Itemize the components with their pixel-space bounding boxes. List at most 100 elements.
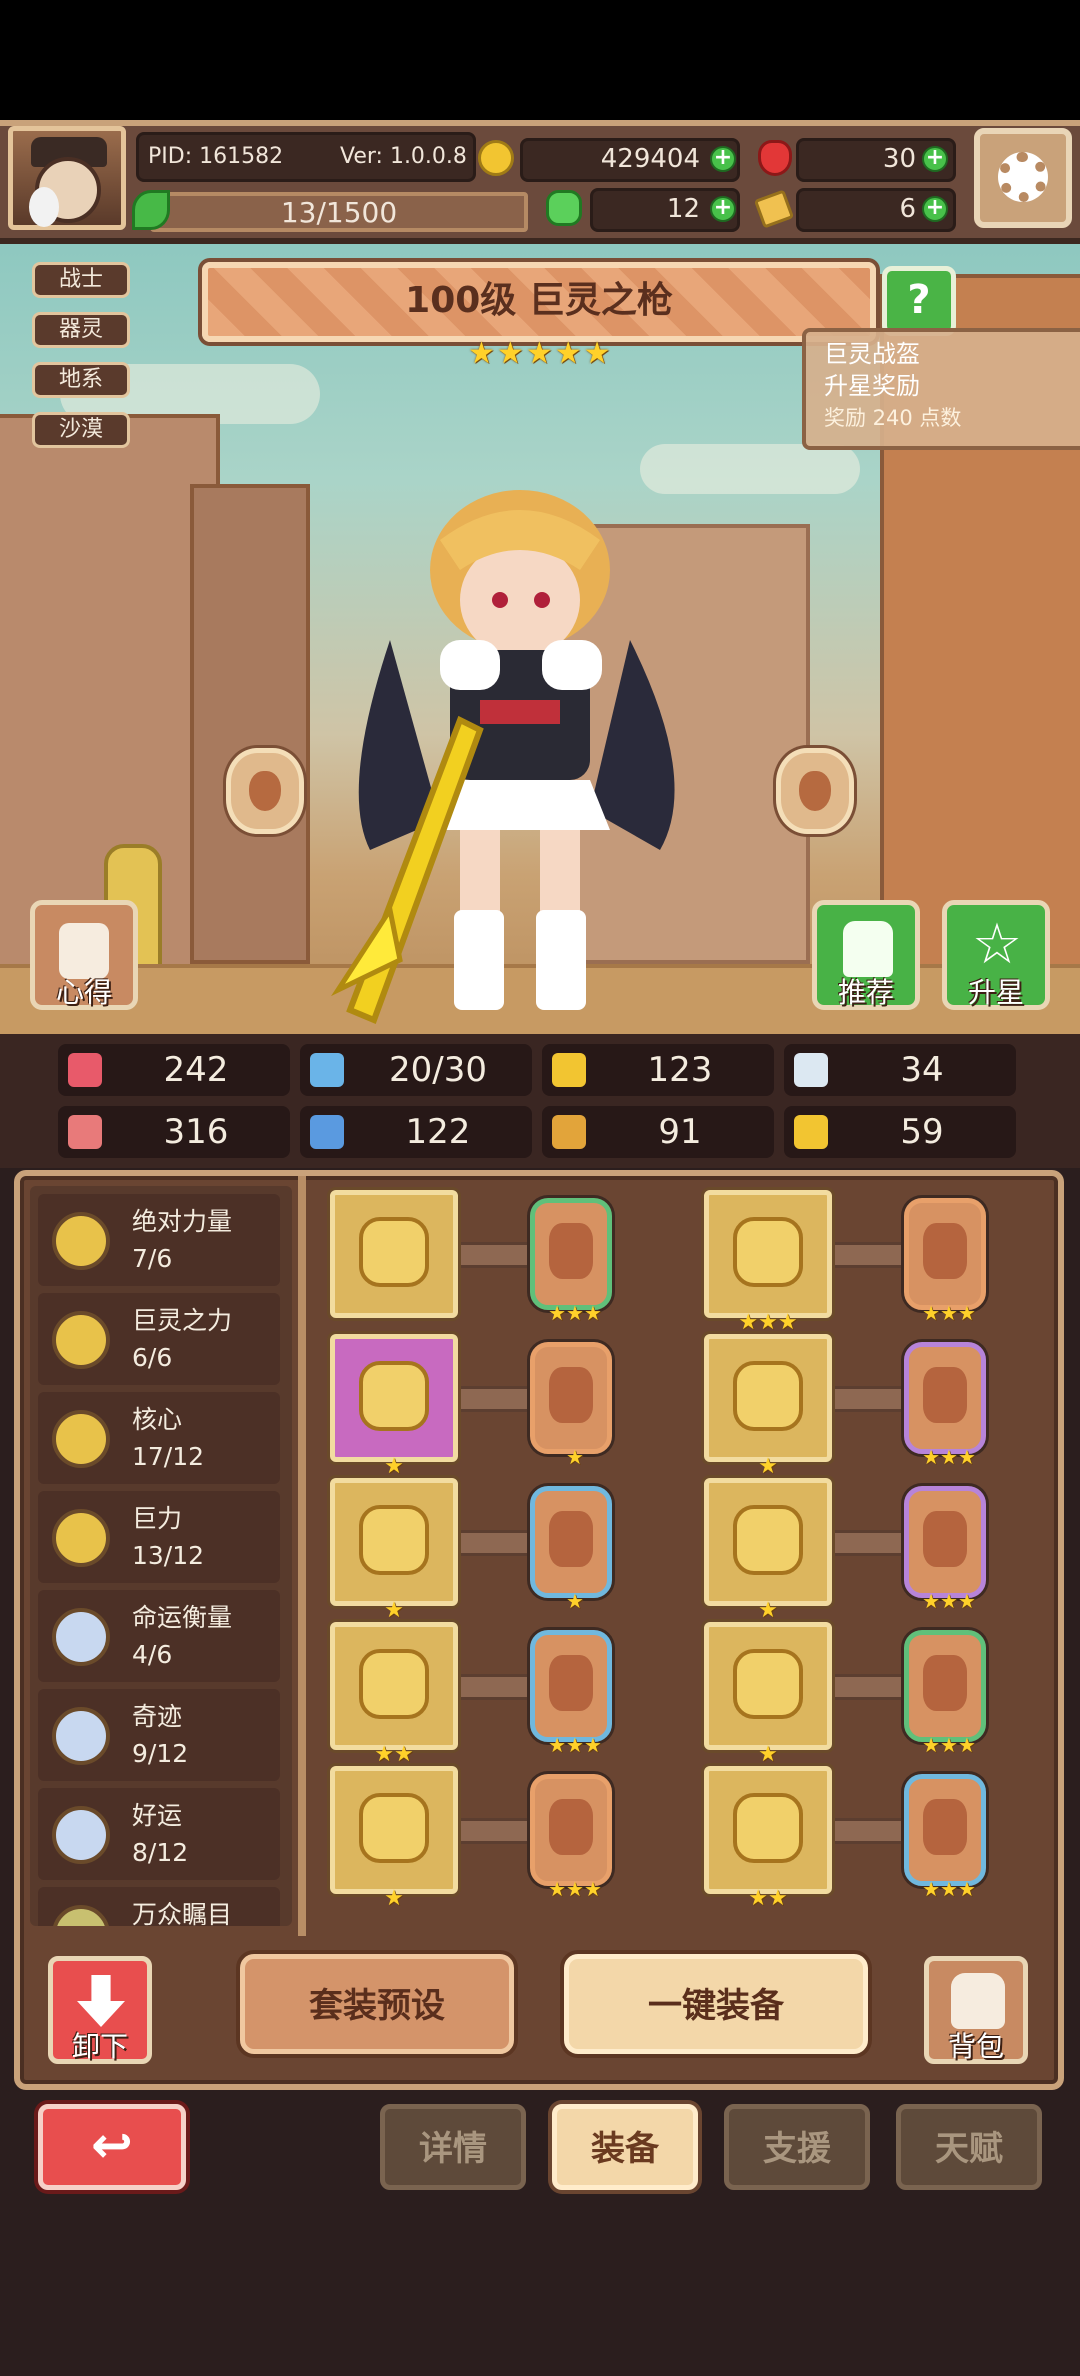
tab-2[interactable]: 支援 bbox=[724, 2104, 870, 2190]
rune-card-stars: ★★★ bbox=[548, 1877, 602, 1901]
stat-banner: 91 bbox=[542, 1106, 774, 1158]
set-bonus-item[interactable]: 绝对力量 7/6 bbox=[38, 1194, 280, 1286]
set-bonus-item[interactable]: 奇迹 9/12 bbox=[38, 1689, 280, 1781]
rune-card-stars: ★ bbox=[566, 1589, 584, 1613]
rune-card[interactable]: ★★★ bbox=[904, 1198, 986, 1325]
slot-link bbox=[832, 1386, 904, 1412]
slot-link bbox=[832, 1818, 904, 1844]
stat-value: 242 bbox=[163, 1050, 229, 1090]
add-fragment-button[interactable]: + bbox=[922, 196, 948, 222]
set-bonus-item[interactable]: 万众瞩目 bbox=[38, 1887, 280, 1926]
tag-class[interactable]: 战士 bbox=[32, 262, 130, 298]
necklace-icon bbox=[359, 1505, 429, 1575]
slot-stars: ★★ bbox=[374, 1742, 414, 1767]
stat-fist: 316 bbox=[58, 1106, 290, 1158]
rune-card[interactable]: ★★★ bbox=[904, 1486, 986, 1613]
equipment-grid: ★★★ ★★★ ★★★ ★ ★ ★ ★★★ ★ ★ ★ ★★★ ★★ ★★★ ★ ★★★ ★ ★★★ ★★ ★★★ bbox=[318, 1190, 1058, 1930]
slot-stars: ★ bbox=[758, 1598, 778, 1623]
set-bonus-item[interactable]: 命运衡量 4/6 bbox=[38, 1590, 280, 1682]
stat-value: 59 bbox=[900, 1112, 944, 1152]
settings-button[interactable] bbox=[974, 128, 1072, 228]
tab-3[interactable]: 天赋 bbox=[896, 2104, 1042, 2190]
rune-emblem-icon bbox=[923, 1799, 967, 1855]
rune-card[interactable]: ★★★ bbox=[530, 1198, 612, 1325]
bag-button[interactable]: 背包 bbox=[924, 1956, 1028, 2064]
slot-link bbox=[458, 1530, 530, 1556]
star-up-button[interactable]: ☆ 升星 bbox=[942, 900, 1050, 1010]
add-gem-button[interactable]: + bbox=[922, 146, 948, 172]
auto-equip-button[interactable]: 一键装备 bbox=[564, 1954, 868, 2054]
set-name: 绝对力量 bbox=[132, 1207, 233, 1236]
insight-button[interactable]: 心得 bbox=[30, 900, 138, 1010]
avatar-hair bbox=[29, 187, 59, 227]
equipment-slot[interactable]: ★ bbox=[330, 1766, 458, 1911]
rune-card[interactable]: ★ bbox=[530, 1342, 612, 1469]
back-button[interactable]: ↩ bbox=[38, 2104, 186, 2190]
equipment-slot[interactable]: ★ bbox=[330, 1334, 458, 1479]
set-progress: 6/6 bbox=[132, 1343, 173, 1372]
set-bonus-item[interactable]: 巨灵之力 6/6 bbox=[38, 1293, 280, 1385]
equipment-slot[interactable]: ★★ bbox=[704, 1766, 832, 1911]
tab-1[interactable]: 装备 bbox=[552, 2104, 698, 2190]
set-bonus-list[interactable]: 绝对力量 7/6 巨灵之力 6/6 核心 17/12 巨力 13/12 命运衡量 4/6 奇迹 9/1… bbox=[30, 1186, 292, 1926]
mana-drop-icon bbox=[310, 1053, 344, 1087]
slot-link bbox=[458, 1674, 530, 1700]
star-icon: ☆ bbox=[971, 912, 1023, 977]
star-up-label: 升星 bbox=[967, 976, 1024, 1009]
gear-icon bbox=[998, 152, 1048, 202]
rune-emblem-icon bbox=[549, 1655, 593, 1711]
tag-region[interactable]: 沙漠 bbox=[32, 412, 130, 448]
left-rune-node[interactable] bbox=[226, 748, 304, 834]
add-gold-button[interactable]: + bbox=[710, 146, 736, 172]
clover-icon bbox=[546, 190, 582, 226]
banner-icon bbox=[552, 1115, 586, 1149]
panel-divider bbox=[298, 1176, 306, 1936]
set-bonus-item[interactable]: 好运 8/12 bbox=[38, 1788, 280, 1880]
set-bonus-item[interactable]: 巨力 13/12 bbox=[38, 1491, 280, 1583]
set-name: 好运 bbox=[132, 1801, 183, 1830]
equipment-slot[interactable]: ★ bbox=[704, 1622, 832, 1767]
stat-value: 91 bbox=[658, 1112, 702, 1152]
tag-element[interactable]: 地系 bbox=[32, 362, 130, 398]
rune-card[interactable]: ★★★ bbox=[904, 1774, 986, 1901]
stat-value: 122 bbox=[405, 1112, 471, 1152]
hero-star-icon: ★ bbox=[496, 336, 524, 371]
equipment-slot[interactable]: ★★★ bbox=[704, 1190, 832, 1335]
set-bonus-item[interactable]: 核心 17/12 bbox=[38, 1392, 280, 1484]
tag-type[interactable]: 器灵 bbox=[32, 312, 130, 348]
rune-card[interactable]: ★★★ bbox=[530, 1630, 612, 1757]
rune-card[interactable]: ★ bbox=[530, 1486, 612, 1613]
equipment-slot[interactable]: ★ bbox=[704, 1334, 832, 1479]
rune-card[interactable]: ★★★ bbox=[904, 1342, 986, 1469]
slot-stars: ★ bbox=[758, 1454, 778, 1479]
rune-card[interactable]: ★★★ bbox=[530, 1774, 612, 1901]
wing-icon bbox=[794, 1053, 828, 1087]
status-bar-area bbox=[0, 0, 1080, 120]
slot-stars: ★ bbox=[384, 1454, 404, 1479]
game-screen: { "header": { "pid": "PID: 161582", "ver… bbox=[0, 0, 1080, 2376]
rune-card-stars: ★★★ bbox=[922, 1301, 976, 1325]
player-avatar[interactable] bbox=[8, 126, 126, 230]
unequip-button[interactable]: 卸下 bbox=[48, 1956, 152, 2064]
set-name: 命运衡量 bbox=[132, 1603, 233, 1632]
recommend-button[interactable]: 推荐 bbox=[812, 900, 920, 1010]
rune-card-stars: ★★★ bbox=[922, 1589, 976, 1613]
equipment-slot[interactable]: ★ bbox=[704, 1478, 832, 1623]
bag-label: 背包 bbox=[947, 2030, 1004, 2063]
slot-stars: ★ bbox=[758, 1742, 778, 1767]
energy-amount: 13/1500 bbox=[280, 196, 398, 229]
hero-star-icon: ★ bbox=[554, 336, 582, 371]
equipment-slot[interactable] bbox=[330, 1190, 458, 1318]
set-preset-button[interactable]: 套装预设 bbox=[240, 1954, 514, 2054]
tab-0[interactable]: 详情 bbox=[380, 2104, 526, 2190]
set-progress: 13/12 bbox=[132, 1541, 205, 1570]
help-button[interactable]: ? bbox=[882, 266, 956, 336]
equipment-slot[interactable]: ★ bbox=[330, 1478, 458, 1623]
rune-card[interactable]: ★★★ bbox=[904, 1630, 986, 1757]
add-clover-button[interactable]: + bbox=[710, 196, 736, 222]
hero-character-sprite[interactable] bbox=[330, 490, 710, 1030]
equipment-slot[interactable]: ★★ bbox=[330, 1622, 458, 1767]
set-progress: 8/12 bbox=[132, 1838, 189, 1867]
right-rune-node[interactable] bbox=[776, 748, 854, 834]
rune-card-stars: ★ bbox=[566, 1445, 584, 1469]
